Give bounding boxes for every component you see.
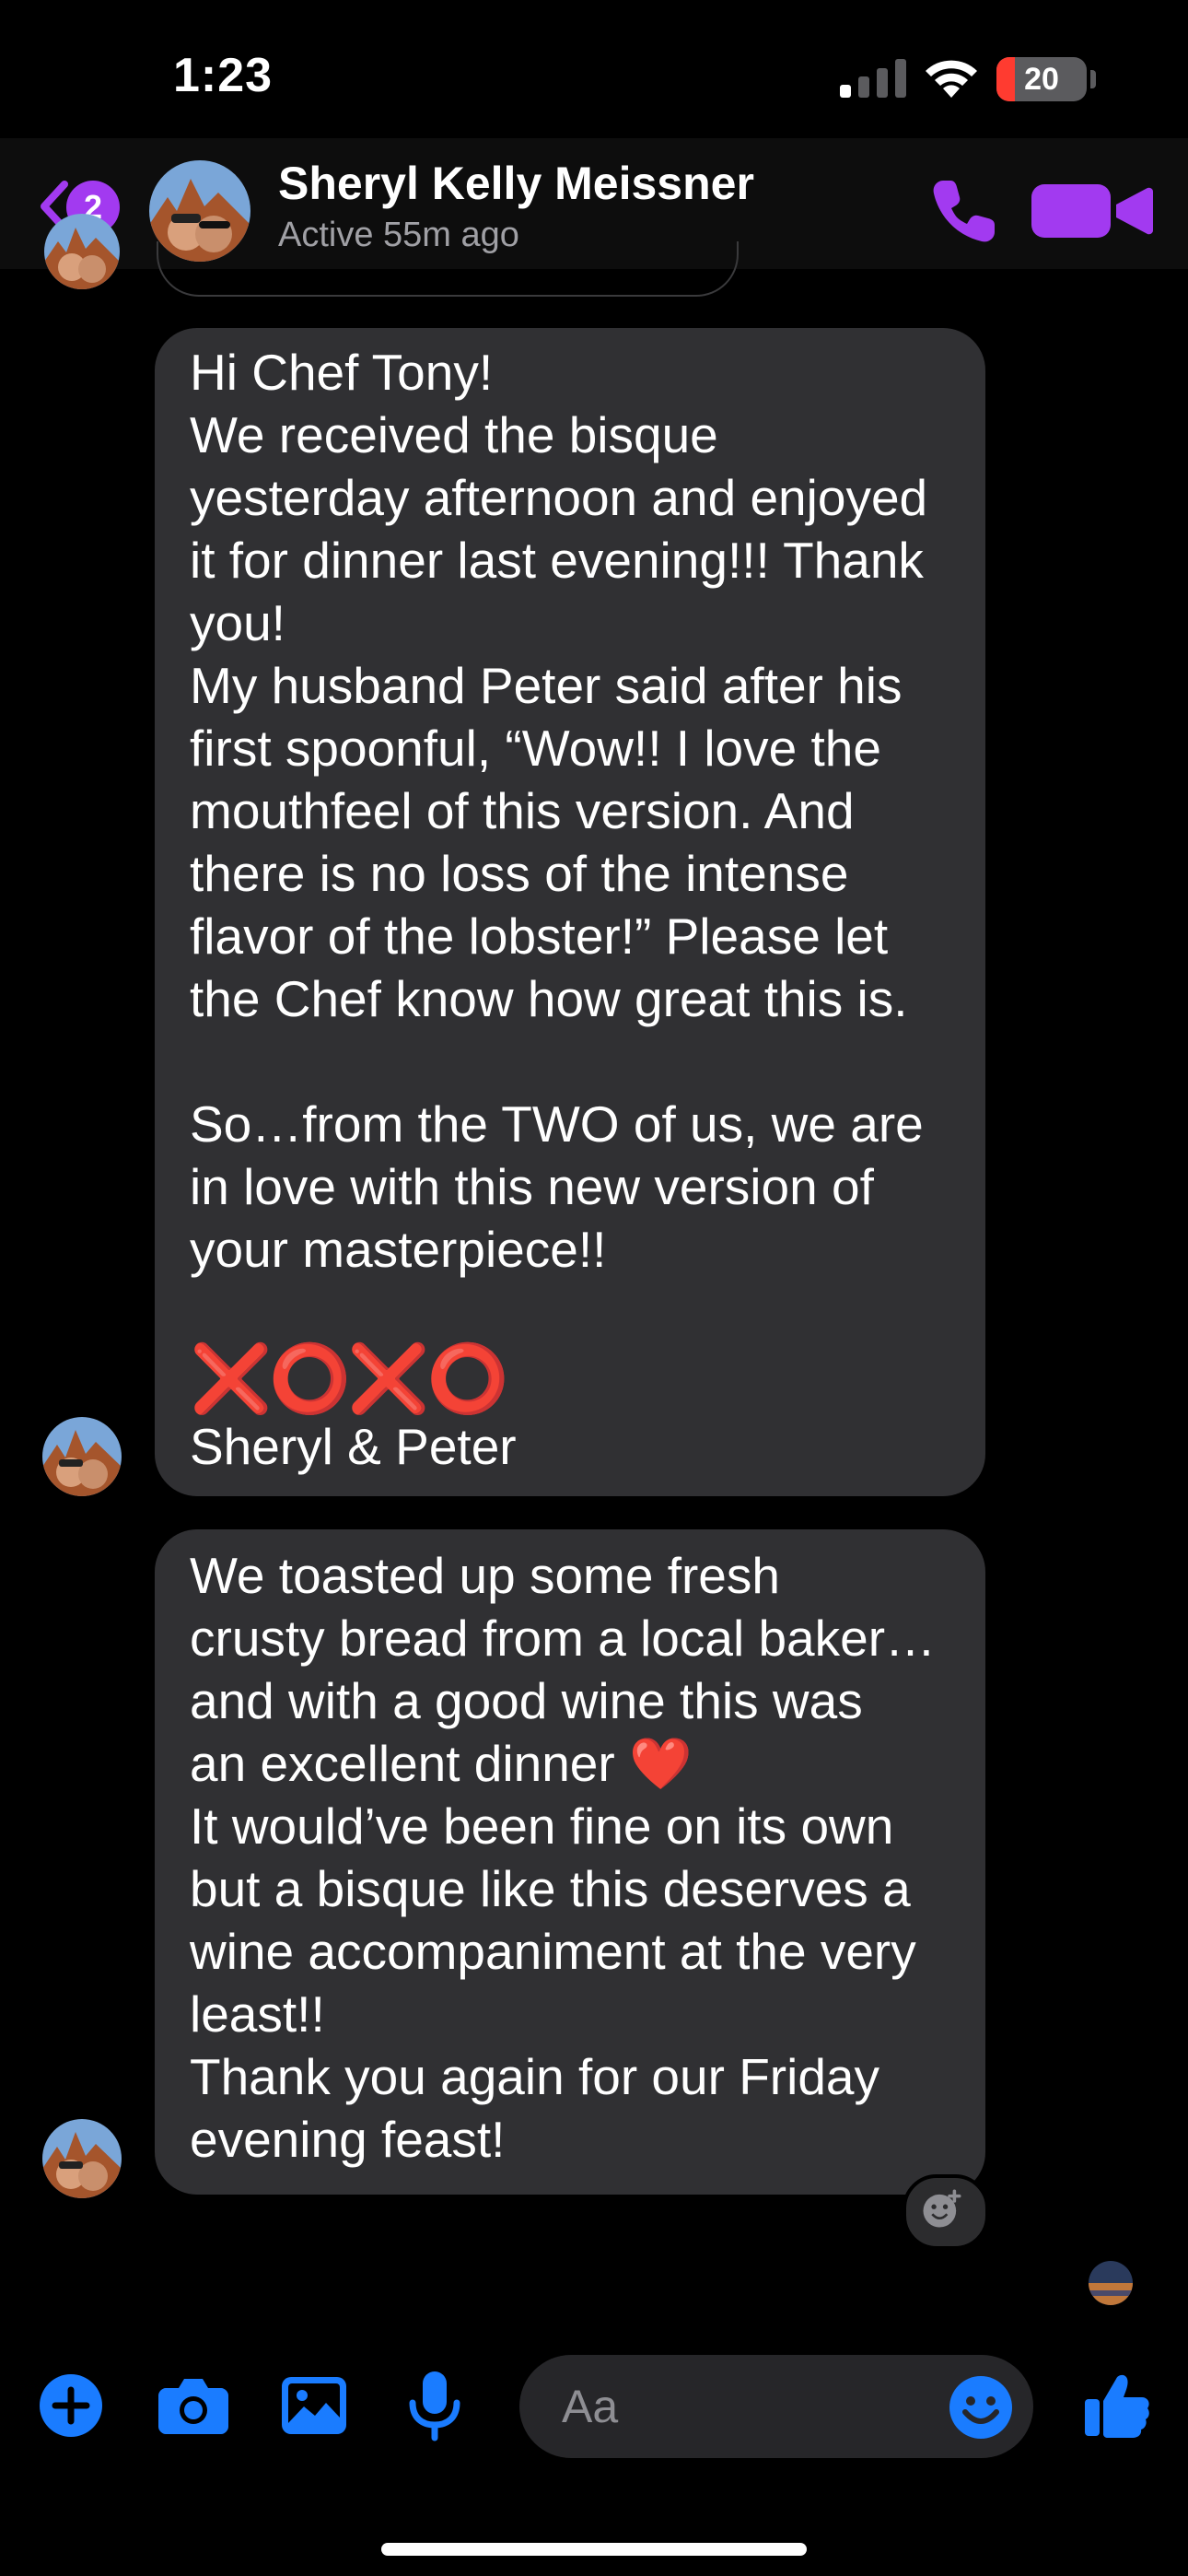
message-text: an excellent dinner ❤️ bbox=[190, 1735, 693, 1792]
contact-avatar-small[interactable] bbox=[42, 1417, 122, 1496]
previous-message-bubble[interactable] bbox=[157, 241, 739, 297]
message-text: mouthfeel of this version. And bbox=[190, 782, 855, 839]
message-text: It would’ve been fine on its own bbox=[190, 1797, 894, 1855]
phone-icon[interactable] bbox=[930, 177, 998, 245]
message-bubble[interactable]: Hi Chef Tony! We received the bisque yes… bbox=[155, 328, 985, 1496]
message-text: you! bbox=[190, 594, 285, 651]
message-text: So…from the TWO of us, we are bbox=[190, 1095, 924, 1153]
emoji-icon[interactable] bbox=[949, 2375, 1013, 2440]
message-text: Thank you again for our Friday bbox=[190, 2048, 879, 2105]
battery-nub bbox=[1090, 70, 1096, 88]
xoxo-emoji: ❌⭕❌⭕ bbox=[190, 1342, 509, 1416]
message-input[interactable]: Aa bbox=[519, 2355, 1033, 2458]
message-bubble[interactable]: We toasted up some fresh crusty bread fr… bbox=[155, 1529, 985, 2195]
status-time: 1:23 bbox=[173, 49, 274, 102]
message-text: Hi Chef Tony! bbox=[190, 344, 494, 401]
home-indicator[interactable] bbox=[381, 2543, 807, 2556]
message-text: and with a good wine this was bbox=[190, 1672, 863, 1729]
plus-icon[interactable] bbox=[39, 2373, 103, 2438]
add-reaction-icon bbox=[923, 2189, 961, 2228]
message-text: yesterday afternoon and enjoyed bbox=[190, 469, 928, 526]
message-text: there is no loss of the intense bbox=[190, 845, 849, 902]
message-signature: Sheryl & Peter bbox=[190, 1418, 517, 1475]
add-reaction-button[interactable] bbox=[903, 2174, 989, 2250]
photo-icon[interactable] bbox=[282, 2377, 346, 2434]
seen-receipt-avatar bbox=[1089, 2261, 1133, 2305]
message-text: crusty bread from a local baker… bbox=[190, 1610, 937, 1667]
message-text: your masterpiece!! bbox=[190, 1221, 607, 1278]
status-bar: 1:23 20 bbox=[0, 0, 1188, 157]
wifi-icon bbox=[926, 60, 977, 98]
message-text: My husband Peter said after his bbox=[190, 657, 903, 714]
message-composer: Aa bbox=[0, 2340, 1188, 2488]
message-text: first spoonful, “Wow!! I love the bbox=[190, 720, 881, 777]
message-text: the Chef know how great this is. bbox=[190, 970, 908, 1027]
message-text: in love with this new version of bbox=[190, 1158, 874, 1215]
battery-level: 20 bbox=[1024, 62, 1059, 97]
microphone-icon[interactable] bbox=[409, 2371, 460, 2441]
message-text: wine accompaniment at the very bbox=[190, 1923, 916, 1980]
contact-avatar-small[interactable] bbox=[42, 2119, 122, 2198]
message-text: but a bisque like this deserves a bbox=[190, 1860, 911, 1917]
message-text: We received the bisque bbox=[190, 406, 718, 463]
message-text: least!! bbox=[190, 1985, 325, 2043]
message-input-placeholder: Aa bbox=[562, 2381, 619, 2432]
message-text: We toasted up some fresh bbox=[190, 1547, 780, 1604]
battery-icon: 20 bbox=[996, 57, 1087, 101]
contact-avatar-small bbox=[44, 214, 120, 289]
cellular-signal-icon bbox=[840, 59, 906, 98]
message-text: flavor of the lobster!” Please let bbox=[190, 907, 889, 965]
message-text: evening feast! bbox=[190, 2111, 506, 2168]
thumbs-up-icon[interactable] bbox=[1085, 2371, 1149, 2438]
video-camera-icon[interactable] bbox=[1031, 184, 1153, 238]
camera-icon[interactable] bbox=[158, 2377, 228, 2434]
message-text: it for dinner last evening!!! Thank bbox=[190, 532, 924, 589]
contact-name[interactable]: Sheryl Kelly Meissner bbox=[278, 157, 754, 210]
